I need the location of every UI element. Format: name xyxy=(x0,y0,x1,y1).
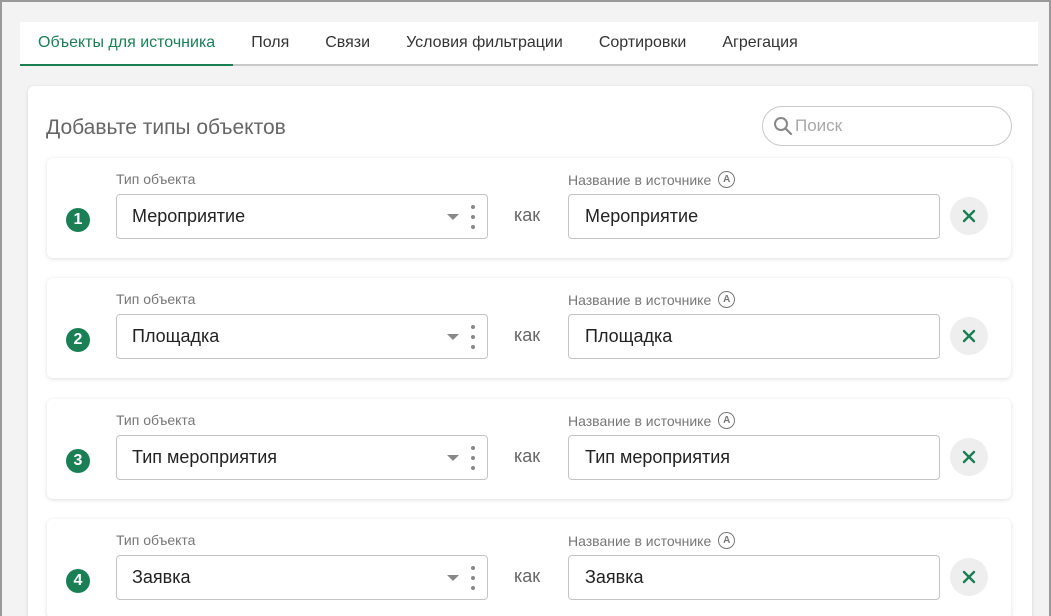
object-type-value: Тип мероприятия xyxy=(132,447,278,467)
auto-name-icon: A xyxy=(718,532,736,549)
vertical-dots-icon[interactable] xyxy=(471,325,475,349)
source-name-input[interactable]: Площадка xyxy=(568,314,940,359)
vertical-dots-icon[interactable] xyxy=(471,566,475,590)
search-icon xyxy=(774,117,793,136)
close-icon xyxy=(962,570,976,584)
object-type-label: Тип объекта xyxy=(116,291,196,307)
object-type-label: Тип объекта xyxy=(116,532,196,548)
chevron-down-icon[interactable] xyxy=(447,214,459,220)
object-type-select[interactable]: Мероприятие xyxy=(116,194,488,239)
vertical-dots-icon[interactable] xyxy=(471,205,475,229)
source-name-label-text: Название в источнике xyxy=(568,532,712,549)
search-box[interactable] xyxy=(762,106,1012,146)
as-label: как xyxy=(514,566,541,586)
row-number-badge: 1 xyxy=(66,208,90,232)
vertical-dots-icon[interactable] xyxy=(471,446,475,470)
object-type-select[interactable]: Тип мероприятия xyxy=(116,435,488,480)
object-type-value: Мероприятие xyxy=(132,206,246,226)
close-icon xyxy=(962,209,976,223)
source-name-label-text: Название в источнике xyxy=(568,171,712,188)
chevron-down-icon[interactable] xyxy=(447,334,459,340)
auto-name-icon: A xyxy=(718,171,736,188)
remove-row-button[interactable] xyxy=(950,438,988,476)
source-name-label-text: Название в источнике xyxy=(568,412,712,429)
tab-sorting[interactable]: Сортировки xyxy=(581,22,705,64)
source-name-label: Название в источнике A xyxy=(568,171,736,188)
as-label: как xyxy=(514,205,541,225)
object-row: 1 Тип объекта Мероприятие как Название в… xyxy=(47,158,1011,258)
panel-title: Добавьте типы объектов xyxy=(46,116,286,139)
object-type-value: Площадка xyxy=(132,326,220,346)
tab-objects-for-source[interactable]: Объекты для источника xyxy=(20,22,234,66)
source-name-label: Название в источнике A xyxy=(568,412,736,429)
row-number-badge: 2 xyxy=(66,328,90,352)
source-name-label: Название в источнике A xyxy=(568,532,736,549)
source-name-input[interactable]: Тип мероприятия xyxy=(568,435,940,480)
tab-bar: Объекты для источника Поля Связи Условия… xyxy=(20,22,1038,66)
row-number-badge: 3 xyxy=(66,449,90,473)
row-number-badge: 4 xyxy=(66,569,90,593)
object-type-label: Тип объекта xyxy=(116,412,196,428)
tab-filter-conditions[interactable]: Условия фильтрации xyxy=(388,22,581,64)
object-type-select[interactable]: Заявка xyxy=(116,555,488,600)
auto-name-icon: A xyxy=(718,412,736,429)
auto-name-icon: A xyxy=(718,291,736,308)
as-label: как xyxy=(514,325,541,345)
as-label: как xyxy=(514,446,541,466)
source-name-label: Название в источнике A xyxy=(568,291,736,308)
object-row: 4 Тип объекта Заявка как Название в исто… xyxy=(47,519,1011,616)
app-frame: Объекты для источника Поля Связи Условия… xyxy=(0,0,1051,616)
source-name-label-text: Название в источнике xyxy=(568,291,712,308)
tab-relations[interactable]: Связи xyxy=(307,22,388,64)
object-type-select[interactable]: Площадка xyxy=(116,314,488,359)
source-name-input[interactable]: Заявка xyxy=(568,555,940,600)
close-icon xyxy=(962,450,976,464)
remove-row-button[interactable] xyxy=(950,317,988,355)
tab-aggregation[interactable]: Агрегация xyxy=(704,22,815,64)
close-icon xyxy=(962,329,976,343)
chevron-down-icon[interactable] xyxy=(447,575,459,581)
object-row: 3 Тип объекта Тип мероприятия как Назван… xyxy=(47,399,1011,499)
remove-row-button[interactable] xyxy=(950,197,988,235)
source-name-input[interactable]: Мероприятие xyxy=(568,194,940,239)
search-input[interactable] xyxy=(795,116,995,136)
object-row: 2 Тип объекта Площадка как Название в ис… xyxy=(47,278,1011,378)
object-type-label: Тип объекта xyxy=(116,171,196,187)
objects-panel: Добавьте типы объектов 1 Тип объекта Мер… xyxy=(28,86,1032,616)
object-type-value: Заявка xyxy=(132,567,191,587)
remove-row-button[interactable] xyxy=(950,558,988,596)
chevron-down-icon[interactable] xyxy=(447,455,459,461)
tab-fields[interactable]: Поля xyxy=(233,22,307,64)
